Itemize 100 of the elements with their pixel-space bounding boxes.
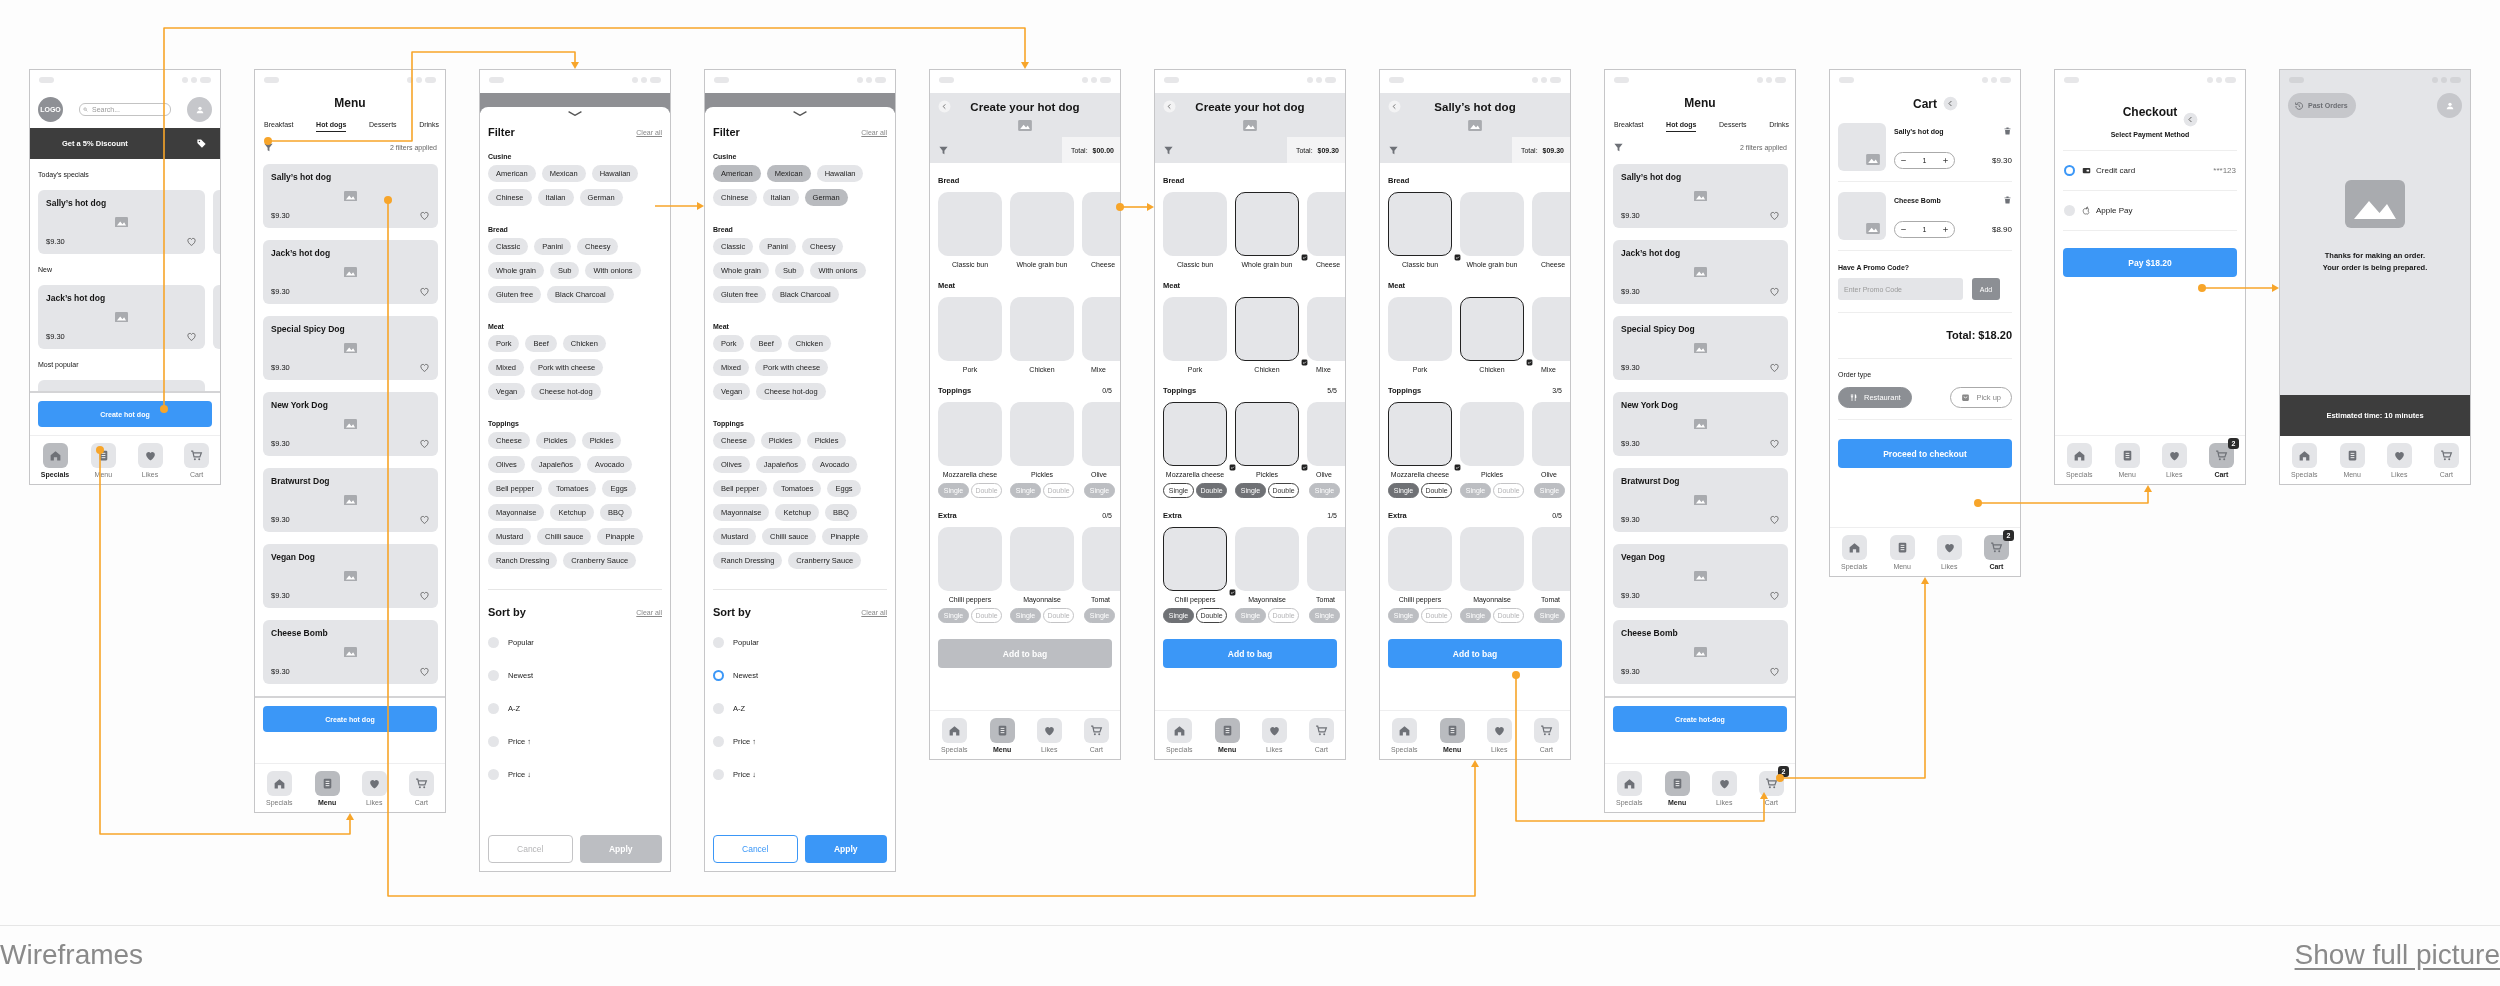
radio-button[interactable] [713, 702, 724, 714]
option-tile[interactable] [1010, 402, 1074, 466]
heart-icon[interactable] [419, 514, 430, 525]
radio-button[interactable] [2064, 165, 2075, 176]
status-dots-icon [857, 77, 886, 83]
radio-button[interactable] [488, 768, 499, 780]
radio-button[interactable] [713, 636, 724, 648]
option-tile[interactable] [1163, 297, 1227, 361]
checkbox-icon[interactable] [1454, 254, 1461, 261]
heart-icon[interactable] [419, 666, 430, 677]
status-dots-icon [1982, 77, 2011, 83]
home-icon [272, 777, 286, 790]
checkbox-icon[interactable] [1454, 464, 1461, 471]
radio-button[interactable] [713, 669, 724, 681]
minus-icon[interactable] [1900, 226, 1907, 233]
product-name: Sally’s hot dog [46, 198, 108, 208]
status-dots-icon [407, 77, 436, 83]
option-tile[interactable] [1010, 527, 1074, 591]
option-tile[interactable] [1388, 527, 1452, 591]
product-price: $9.30 [1991, 156, 2012, 165]
trash-icon[interactable] [2003, 126, 2012, 136]
option-tile[interactable] [938, 192, 1002, 256]
option-tile[interactable] [1460, 527, 1524, 591]
heart-icon[interactable] [419, 438, 430, 449]
option-tile[interactable] [1235, 527, 1299, 591]
trash-icon[interactable] [2003, 195, 2012, 205]
cart-icon [1314, 724, 1328, 737]
image-icon [115, 311, 128, 323]
product-name: Special Spicy Dog [271, 324, 346, 334]
heart-icon[interactable] [419, 590, 430, 601]
filter-icon[interactable] [938, 144, 949, 156]
checkbox-icon[interactable] [1301, 254, 1308, 261]
option-tile[interactable] [938, 297, 1002, 361]
option-tile[interactable] [1460, 402, 1524, 466]
image-icon [344, 418, 357, 430]
filter-icon[interactable] [1388, 144, 1399, 156]
status-dots-icon [182, 77, 211, 83]
checkbox-icon[interactable] [1301, 464, 1308, 471]
option-tile[interactable] [938, 527, 1002, 591]
heart-icon[interactable] [1769, 514, 1780, 525]
payment-option[interactable]: Apple Pay [2063, 191, 2237, 231]
heart-icon[interactable] [419, 362, 430, 373]
home-icon [2297, 449, 2311, 462]
heart-icon[interactable] [1769, 362, 1780, 373]
heart-icon[interactable] [1769, 210, 1780, 221]
heart-icon[interactable] [1769, 666, 1780, 677]
status-dots-icon [632, 77, 661, 83]
radio-button[interactable] [713, 768, 724, 780]
image-icon [2345, 180, 2405, 228]
product-name: Vegan Dog [1621, 552, 1666, 562]
image-icon [1694, 646, 1707, 658]
filter-icon[interactable] [1613, 142, 1624, 153]
avatar[interactable] [187, 97, 212, 122]
radio-button[interactable] [488, 735, 499, 747]
sheet-title: Filter [713, 126, 740, 138]
heart-icon [143, 449, 157, 462]
option-tile[interactable] [1460, 192, 1524, 256]
back-icon[interactable] [2183, 112, 2199, 127]
heart-icon[interactable] [186, 331, 197, 342]
option-tile[interactable] [938, 402, 1002, 466]
heart-icon[interactable] [419, 210, 430, 221]
heart-icon[interactable] [1769, 438, 1780, 449]
option-tile[interactable] [1163, 192, 1227, 256]
back-icon[interactable] [938, 100, 951, 113]
search-icon [83, 107, 88, 112]
heart-icon[interactable] [419, 286, 430, 297]
checkbox-icon[interactable] [1301, 359, 1308, 366]
back-icon[interactable] [1163, 100, 1176, 113]
option-tile[interactable] [1388, 297, 1452, 361]
payment-option[interactable]: Credit card ***123 [2063, 151, 2237, 191]
checkbox-icon[interactable] [1229, 464, 1236, 471]
checkbox-icon[interactable] [1229, 589, 1236, 596]
user-icon [194, 104, 205, 115]
minus-icon[interactable] [1900, 157, 1907, 164]
plus-icon[interactable] [1942, 157, 1949, 164]
avatar[interactable] [2437, 93, 2462, 118]
screen-title: Checkout [2122, 104, 2178, 119]
heart-icon [2167, 449, 2181, 462]
product-price: $8.90 [1991, 225, 2012, 234]
heart-icon[interactable] [1769, 286, 1780, 297]
checkbox-icon[interactable] [1526, 359, 1533, 366]
heart-icon[interactable] [186, 236, 197, 247]
chevron-down-icon[interactable] [567, 111, 583, 116]
radio-button[interactable] [488, 702, 499, 714]
radio-button[interactable] [488, 636, 499, 648]
back-icon[interactable] [1388, 100, 1401, 113]
option-tile[interactable] [1010, 297, 1074, 361]
radio-button[interactable] [488, 669, 499, 681]
sheet-title: Filter [488, 126, 515, 138]
sheet-title: Sort by [488, 606, 526, 618]
chevron-down-icon[interactable] [792, 111, 808, 116]
plus-icon[interactable] [1942, 226, 1949, 233]
home-icon [2072, 449, 2086, 462]
radio-button[interactable] [2064, 205, 2075, 216]
back-icon[interactable] [1943, 96, 1958, 111]
status-pill-icon [1164, 77, 1179, 83]
filter-icon[interactable] [1163, 144, 1174, 156]
option-tile[interactable] [1010, 192, 1074, 256]
heart-icon[interactable] [1769, 590, 1780, 601]
radio-button[interactable] [713, 735, 724, 747]
